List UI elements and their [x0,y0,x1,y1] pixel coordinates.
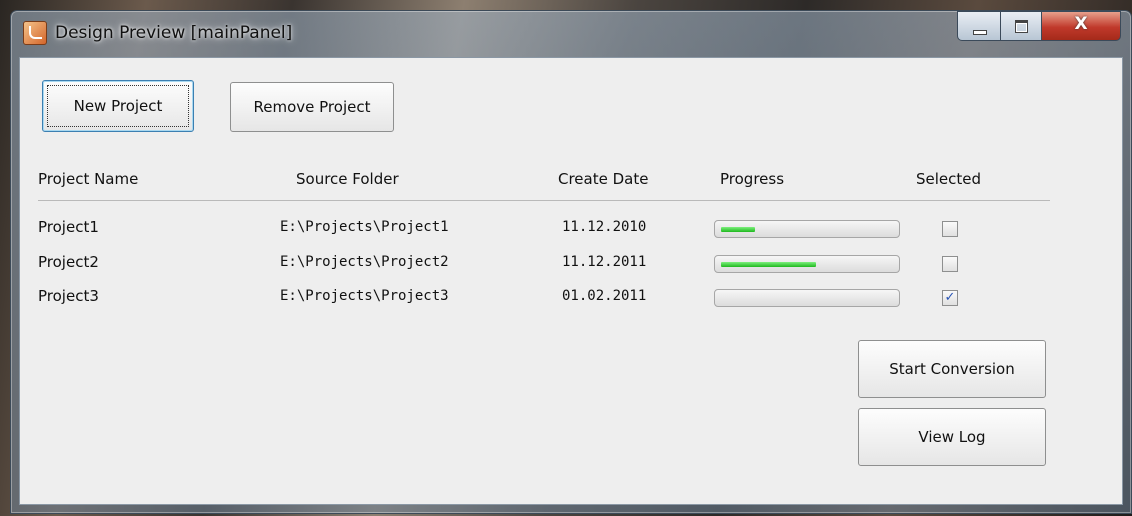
start-conversion-button[interactable]: Start Conversion [858,340,1046,398]
view-log-button[interactable]: View Log [858,408,1046,466]
progress-fill [721,262,816,267]
column-header-create-date: Create Date [558,170,649,188]
create-date-cell: 11.12.2010 [562,219,647,235]
project-name-cell: Project3 [38,287,99,305]
java-icon [23,21,47,45]
create-date-cell: 11.12.2011 [562,254,647,270]
progress-bar [714,220,900,238]
selected-checkbox[interactable]: ✓ [942,290,958,306]
column-header-progress: Progress [720,170,785,188]
source-folder-cell: E:\Projects\Project1 [280,219,449,235]
source-folder-cell: E:\Projects\Project2 [280,254,449,270]
maximize-button[interactable] [1000,11,1042,41]
progress-bar [714,255,900,273]
app-window: Design Preview [mainPanel] X New Project… [10,10,1132,514]
close-icon: X [1074,14,1088,34]
column-header-selected: Selected [916,170,982,188]
minimize-button[interactable] [957,11,1001,41]
selected-checkbox[interactable] [942,221,958,237]
column-header-source-folder: Source Folder [296,170,399,188]
project-name-cell: Project2 [38,253,99,271]
selected-checkbox[interactable] [942,256,958,272]
create-date-cell: 01.02.2011 [562,288,647,304]
project-name-cell: Project1 [38,218,99,236]
column-header-project-name: Project Name [38,170,139,188]
remove-project-button[interactable]: Remove Project [230,82,394,132]
title-bar[interactable]: Design Preview [mainPanel] X [11,11,1131,55]
window-title: Design Preview [mainPanel] [55,23,293,43]
progress-bar [714,289,900,307]
main-panel: New Project Remove Project Project Name … [19,57,1123,505]
progress-fill [721,227,755,232]
source-folder-cell: E:\Projects\Project3 [280,288,449,304]
header-divider [38,200,1050,201]
new-project-button[interactable]: New Project [42,80,194,132]
close-button[interactable]: X [1041,11,1121,41]
